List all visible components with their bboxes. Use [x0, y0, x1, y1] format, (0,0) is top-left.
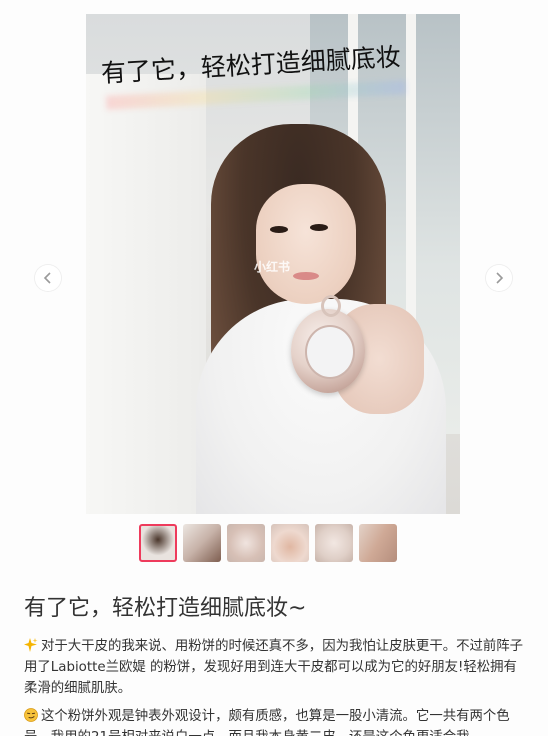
model-face — [256, 184, 356, 304]
post-paragraph: 这个粉饼外观是钟表外观设计，颇有质感，也算是一股小清流。它一共有两个色号，我用的… — [24, 706, 524, 736]
next-image-button[interactable] — [486, 265, 512, 291]
thumbnail-1[interactable] — [139, 524, 177, 562]
prev-image-button[interactable] — [35, 265, 61, 291]
thumbnail-4[interactable] — [271, 524, 309, 562]
post-page: 有了它，轻松打造细腻底妆 小红书 有了它，轻松打造细腻底妆~ 对于大干皮的我来说… — [0, 0, 548, 736]
pocket-watch-compact — [291, 295, 365, 393]
right-eye — [310, 224, 328, 231]
thumbnail-strip — [139, 524, 397, 562]
thumbnail-5[interactable] — [315, 524, 353, 562]
thumbnail-3[interactable] — [227, 524, 265, 562]
image-carousel: 有了它，轻松打造细腻底妆 小红书 — [0, 0, 548, 520]
left-eye — [270, 226, 288, 233]
model-lips — [293, 272, 319, 280]
chevron-right-icon — [496, 272, 504, 284]
paragraph-text: 这个粉饼外观是钟表外观设计，颇有质感，也算是一股小清流。它一共有两个色号，我用的… — [24, 709, 510, 736]
thumbnail-6[interactable] — [359, 524, 397, 562]
watermark-logo: 小红书 — [254, 260, 291, 274]
paragraph-text: 对于大干皮的我来说、用粉饼的时候还真不多，因为我怕让皮肤更干。不过前阵子用了La… — [24, 639, 524, 696]
sparkle-icon — [24, 638, 38, 652]
post-paragraph: 对于大干皮的我来说、用粉饼的时候还真不多，因为我怕让皮肤更干。不过前阵子用了La… — [24, 636, 524, 699]
post-title: 有了它，轻松打造细腻底妆~ — [24, 596, 307, 621]
chevron-left-icon — [43, 272, 51, 284]
main-photo[interactable]: 有了它，轻松打造细腻底妆 小红书 — [86, 14, 460, 514]
smirk-face-icon — [24, 708, 38, 722]
thumbnail-2[interactable] — [183, 524, 221, 562]
